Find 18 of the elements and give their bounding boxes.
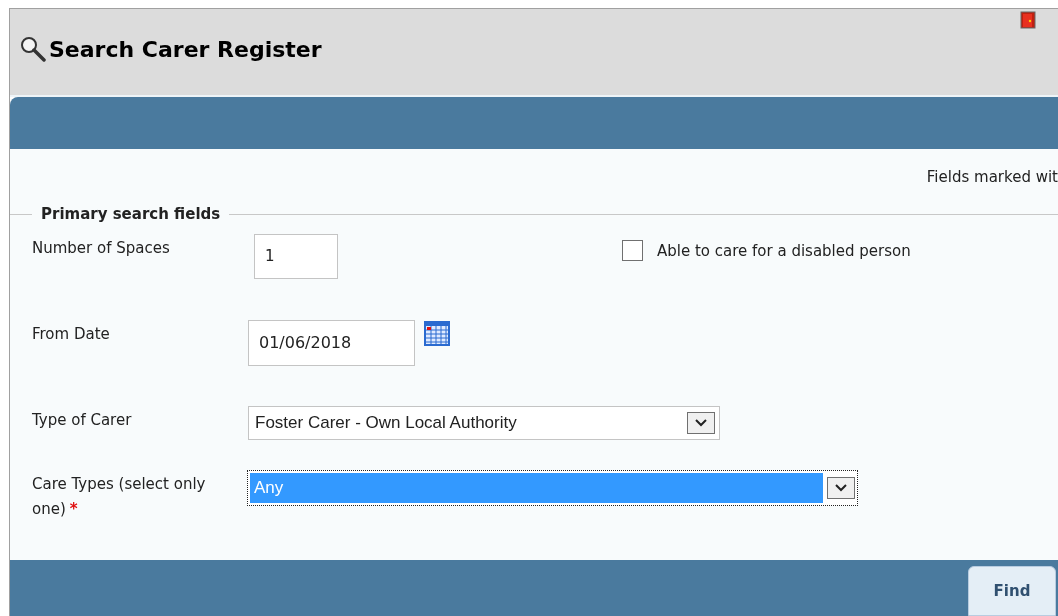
date-input-field[interactable]: 01/06/2018 bbox=[248, 319, 415, 366]
field-label: Type of Carer bbox=[32, 409, 133, 431]
checkbox-label: Able to care for a disabled person bbox=[657, 240, 911, 262]
calendar-icon[interactable] bbox=[423, 319, 451, 347]
fieldset-legend: Primary search fields bbox=[32, 203, 230, 226]
required-notice: Fields marked wit bbox=[926, 167, 1058, 188]
chevron-down-icon bbox=[695, 418, 707, 427]
field-label: From Date bbox=[32, 323, 111, 345]
chevron-down-icon bbox=[835, 483, 847, 492]
exit-door-icon[interactable] bbox=[1020, 11, 1036, 29]
window-title: Search Carer Register bbox=[49, 39, 322, 61]
dropdown[interactable]: Foster Carer - Own Local Authority bbox=[248, 405, 720, 440]
find-button[interactable]: Find bbox=[968, 566, 1056, 616]
spaces-input-field[interactable]: 1 bbox=[254, 233, 338, 279]
field-label: Number of Spaces bbox=[32, 237, 171, 259]
field-label: Care Types (select only one) * bbox=[32, 473, 207, 520]
checkbox[interactable] bbox=[622, 240, 643, 262]
search-icon bbox=[20, 36, 46, 62]
